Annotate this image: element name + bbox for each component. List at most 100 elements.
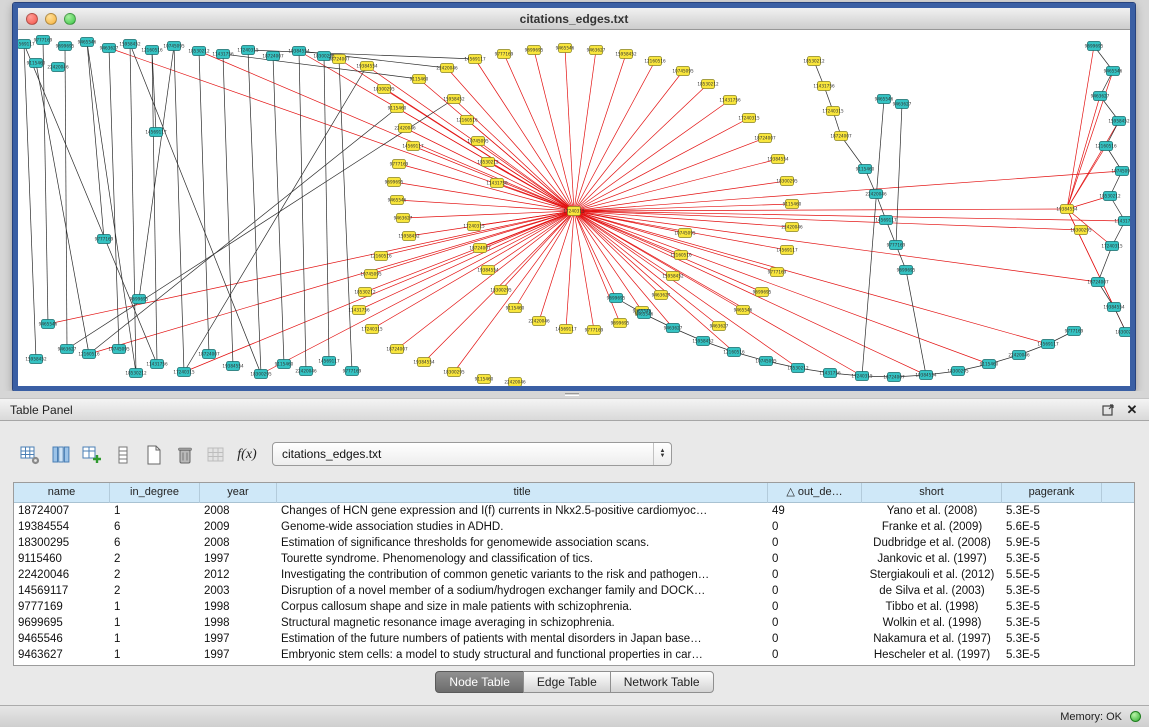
table-cell[interactable]: 2 <box>110 583 200 599</box>
splitter-handle[interactable] <box>565 393 579 396</box>
table-cell[interactable]: 0 <box>768 567 862 583</box>
table-row[interactable]: 1872400712008Changes of HCN gene express… <box>14 503 1134 519</box>
delete-icon[interactable] <box>173 443 197 467</box>
table-cell[interactable]: 5.9E-5 <box>1002 535 1102 551</box>
table-row[interactable]: 911546021997Tourette syndrome. Phenomeno… <box>14 551 1134 567</box>
table-cell[interactable]: 1 <box>110 503 200 519</box>
table-cell[interactable]: Jankovic et al. (1997) <box>862 551 1002 567</box>
table-cell[interactable]: 19384554 <box>14 519 110 535</box>
table-cell[interactable]: Corpus callosum shape and size in male p… <box>277 599 768 615</box>
column-header-short[interactable]: short <box>862 483 1002 503</box>
minimize-window-button[interactable] <box>45 13 57 25</box>
tab-network-table[interactable]: Network Table <box>610 671 714 693</box>
table-cell[interactable]: 0 <box>768 599 862 615</box>
float-panel-icon[interactable] <box>1101 403 1115 417</box>
table-cell[interactable]: 5.3E-5 <box>1002 583 1102 599</box>
table-cell[interactable]: 0 <box>768 519 862 535</box>
table-cell[interactable]: 22420046 <box>14 567 110 583</box>
table-row[interactable]: 946362711997Embryonic stem cells: a mode… <box>14 647 1134 663</box>
close-panel-icon[interactable]: ✕ <box>1125 403 1139 417</box>
table-cell[interactable]: Genome-wide association studies in ADHD. <box>277 519 768 535</box>
table-cell[interactable]: Investigating the contribution of common… <box>277 567 768 583</box>
table-cell[interactable]: 1997 <box>200 647 277 663</box>
table-cell[interactable]: 6 <box>110 535 200 551</box>
column-header-pagerank[interactable]: pagerank <box>1002 483 1102 503</box>
table-row[interactable]: 946554611997Estimation of the future num… <box>14 631 1134 647</box>
table-cell[interactable]: 1998 <box>200 615 277 631</box>
table-cell[interactable]: 0 <box>768 615 862 631</box>
table-cell[interactable]: 5.6E-5 <box>1002 519 1102 535</box>
table-selector-dropdown[interactable]: citations_edges.txt ▲▼ <box>272 442 672 466</box>
column-header-in_degree[interactable]: in_degree <box>110 483 200 503</box>
table-cell[interactable]: 5.3E-5 <box>1002 599 1102 615</box>
table-cell[interactable]: 2012 <box>200 567 277 583</box>
table-cell[interactable]: Disruption of a novel member of a sodium… <box>277 583 768 599</box>
table-cell[interactable]: 1 <box>110 599 200 615</box>
table-cell[interactable]: 6 <box>110 519 200 535</box>
table-cell[interactable]: 1998 <box>200 599 277 615</box>
table-cell[interactable]: Yano et al. (2008) <box>862 503 1002 519</box>
table-cell[interactable]: Wolkin et al. (1998) <box>862 615 1002 631</box>
table-row[interactable]: 2242004622012Investigating the contribut… <box>14 567 1134 583</box>
table-cell[interactable]: de Silva et al. (2003) <box>862 583 1002 599</box>
table-cell[interactable]: Estimation of the future numbers of pati… <box>277 631 768 647</box>
table-row[interactable]: 1456911722003Disruption of a novel membe… <box>14 583 1134 599</box>
table-cell[interactable]: 9777169 <box>14 599 110 615</box>
table-cell[interactable]: Dudbridge et al. (2008) <box>862 535 1002 551</box>
table-cell[interactable]: 2 <box>110 567 200 583</box>
function-builder-icon[interactable]: f(x) <box>235 443 259 467</box>
table-cell[interactable]: Tourette syndrome. Phenomenology and cla… <box>277 551 768 567</box>
table-cell[interactable]: 18300295 <box>14 535 110 551</box>
table-cell[interactable]: 0 <box>768 631 862 647</box>
column-header-year[interactable]: year <box>200 483 277 503</box>
table-row[interactable]: 969969511998Structural magnetic resonanc… <box>14 615 1134 631</box>
table-cell[interactable]: 5.3E-5 <box>1002 503 1102 519</box>
table-cell[interactable]: Tibbo et al. (1998) <box>862 599 1002 615</box>
tab-edge-table[interactable]: Edge Table <box>523 671 611 693</box>
table-cell[interactable]: 14569117 <box>14 583 110 599</box>
window-titlebar[interactable]: citations_edges.txt <box>18 8 1130 30</box>
close-window-button[interactable] <box>26 13 38 25</box>
table-cell[interactable]: 1997 <box>200 631 277 647</box>
table-cell[interactable]: 2003 <box>200 583 277 599</box>
table-cell[interactable]: 1 <box>110 631 200 647</box>
table-cell[interactable]: Structural magnetic resonance image aver… <box>277 615 768 631</box>
horizontal-splitter[interactable] <box>0 391 1149 398</box>
import-table-icon[interactable] <box>204 443 228 467</box>
table-cell[interactable]: 2008 <box>200 535 277 551</box>
table-cell[interactable]: 1 <box>110 647 200 663</box>
table-row[interactable]: 1938455462009Genome-wide association stu… <box>14 519 1134 535</box>
table-cell[interactable]: 18724007 <box>14 503 110 519</box>
table-mode-icon[interactable] <box>18 443 42 467</box>
table-cell[interactable]: 1997 <box>200 551 277 567</box>
table-cell[interactable]: 5.3E-5 <box>1002 647 1102 663</box>
table-cell[interactable]: Nakamura et al. (1997) <box>862 631 1002 647</box>
table-row[interactable]: 977716911998Corpus callosum shape and si… <box>14 599 1134 615</box>
table-cell[interactable]: Estimation of significance thresholds fo… <box>277 535 768 551</box>
column-header-out_de[interactable]: △ out_de… <box>768 483 862 503</box>
table-cell[interactable]: 2009 <box>200 519 277 535</box>
zoom-window-button[interactable] <box>64 13 76 25</box>
table-cell[interactable]: 5.3E-5 <box>1002 551 1102 567</box>
table-cell[interactable]: 0 <box>768 535 862 551</box>
table-cell[interactable]: 49 <box>768 503 862 519</box>
table-cell[interactable]: 9465546 <box>14 631 110 647</box>
table-cell[interactable]: 2 <box>110 551 200 567</box>
table-cell[interactable]: Embryonic stem cells: a model to study s… <box>277 647 768 663</box>
table-cell[interactable]: 0 <box>768 551 862 567</box>
table-cell[interactable]: 9699695 <box>14 615 110 631</box>
table-row[interactable]: 1830029562008Estimation of significance … <box>14 535 1134 551</box>
table-cell[interactable]: 9115460 <box>14 551 110 567</box>
table-cell[interactable]: 0 <box>768 647 862 663</box>
column-header-title[interactable]: title <box>277 483 768 503</box>
new-document-icon[interactable] <box>142 443 166 467</box>
table-cell[interactable]: 9463627 <box>14 647 110 663</box>
table-cell[interactable]: 2008 <box>200 503 277 519</box>
table-cell[interactable]: 0 <box>768 583 862 599</box>
table-cell[interactable]: 5.5E-5 <box>1002 567 1102 583</box>
table-cell[interactable]: 5.3E-5 <box>1002 615 1102 631</box>
rows-icon[interactable] <box>111 443 135 467</box>
table-cell[interactable]: Hescheler et al. (1997) <box>862 647 1002 663</box>
table-cell[interactable]: Franke et al. (2009) <box>862 519 1002 535</box>
tab-node-table[interactable]: Node Table <box>435 671 524 693</box>
